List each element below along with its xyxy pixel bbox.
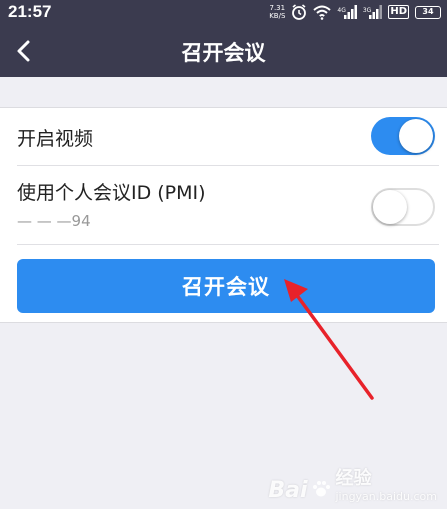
status-bar: 21:57 7.31 KB/S 4G 3G HD 34 [0, 0, 447, 24]
video-setting-label: 开启视频 [17, 128, 94, 150]
toggle-knob [399, 119, 433, 153]
page-title: 召开会议 [181, 41, 266, 65]
pmi-toggle[interactable] [371, 188, 435, 226]
wifi-icon [313, 5, 332, 20]
watermark-suffix: 经验 [335, 468, 372, 489]
network-speed-unit: KB/S [269, 12, 286, 20]
start-meeting-button[interactable]: 召开会议 [17, 259, 435, 313]
pmi-setting-label: 使用个人会议ID (PMI) [17, 182, 206, 204]
signal-sim2: 3G [362, 5, 383, 19]
row-divider [17, 244, 439, 245]
network-speed: 7.31 KB/S [269, 4, 285, 20]
alarm-icon [292, 4, 307, 20]
paw-icon [313, 481, 331, 497]
toggle-knob [373, 190, 407, 224]
sim1-network-label: 4G [337, 7, 346, 14]
hd-icon: HD [388, 5, 409, 19]
status-time: 21:57 [8, 2, 52, 21]
meeting-settings-panel: 开启视频 使用个人会议ID (PMI) — — —94 召开会议 [0, 107, 447, 323]
video-setting-row: 开启视频 [0, 108, 447, 165]
watermark: Bai 经验 jingyan.baidu.com [268, 464, 437, 503]
video-toggle[interactable] [371, 117, 435, 155]
watermark-brand: Bai [268, 478, 308, 503]
battery-icon: 34 [415, 5, 441, 19]
watermark-url: jingyan.baidu.com [335, 490, 437, 503]
pmi-setting-row: 使用个人会议ID (PMI) — — —94 [0, 166, 447, 244]
signal-sim1: 4G [337, 5, 357, 19]
navigation-bar: 召开会议 [0, 24, 447, 77]
network-speed-value: 7.31 [269, 4, 286, 12]
sim2-network-label: 3G [362, 7, 372, 14]
status-icons: 7.31 KB/S 4G 3G HD 34 [269, 3, 441, 21]
pmi-value: — — —94 [17, 212, 91, 230]
